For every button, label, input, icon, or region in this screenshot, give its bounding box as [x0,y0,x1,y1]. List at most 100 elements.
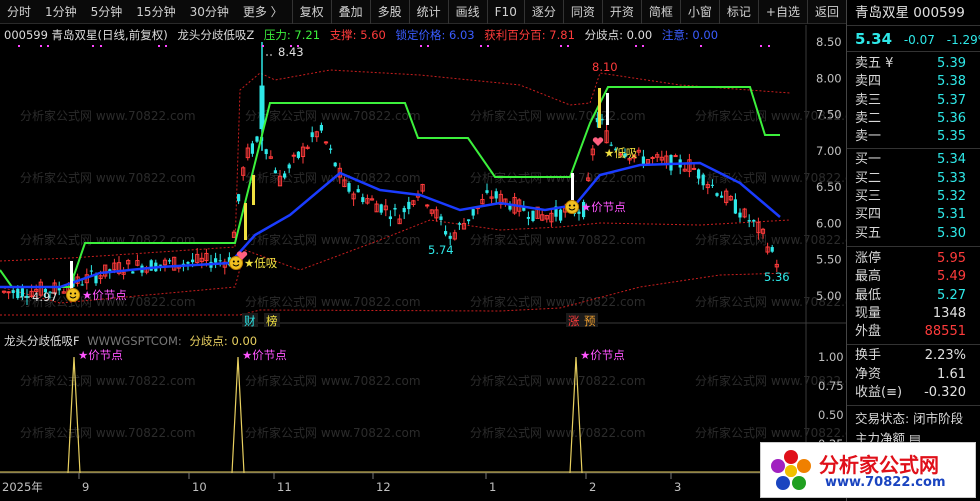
toolbar-button-11[interactable]: 标记 [718,0,758,24]
row-label: 净资 [855,366,882,382]
toolbar-button-13[interactable]: 返回 [806,0,846,24]
candle-body [526,216,530,219]
stat-row: 最低 5.27 [847,287,980,305]
candle-body [158,264,162,266]
chart-area[interactable]: 分析家公式网 www.70822.com 分析家公式网 www.70822.com… [0,25,846,501]
sub-axis-label: 0.50 [818,408,844,422]
candle-body [20,288,24,297]
row-value: 5.31 [937,207,966,223]
toolbar-button-6[interactable]: 逐分 [523,0,563,24]
toolbar-button-9[interactable]: 简框 [640,0,680,24]
row-label: 买三 [855,189,882,205]
toolbar-button-12[interactable]: +自选 [757,0,807,24]
stat2-row: 收益(≡) -0.320 [847,384,980,402]
candle-body [485,190,489,193]
quote-price-row: 5.34 -0.07 -1.29% [847,26,980,52]
marker-dot [262,45,264,47]
candle-body [531,210,535,221]
buy-row: 买四 5.31 [847,206,980,224]
row-value: 5.37 [937,92,966,108]
toolbar-button-5[interactable]: F10 [486,0,524,24]
candle-body [494,191,498,199]
candle-body [361,197,365,203]
buy-row: 买三 5.32 [847,188,980,206]
stat-row: 外盘 88551 [847,323,980,341]
marker-dot [297,45,299,47]
marker-dot [480,45,482,47]
watermark: 分析家公式网 www.70822.com [470,232,646,247]
signal-bar [606,93,609,125]
candle-body [255,136,259,142]
period-tab-3[interactable]: 15分钟 [129,0,182,24]
event-mark: 榜 [266,314,278,328]
event-mark: 预 [584,314,596,328]
sell-row: 卖一 5.35 [847,128,980,146]
diverge-value: 分歧点: 0.00 [584,28,653,42]
date-axis-label: 11 [277,480,292,494]
smiley-icon-eye [74,292,77,295]
signal-bar [252,175,255,205]
toolbar-button-10[interactable]: 小窗 [679,0,719,24]
watermark: 分析家公式网 www.70822.com [245,108,421,123]
kline-chart[interactable]: 分析家公式网 www.70822.com 分析家公式网 www.70822.com… [0,25,846,501]
candle-body [471,209,475,216]
row-label: 最低 [855,287,882,303]
hint-value: 注意: 0.00 [661,28,719,42]
toolbar-button-3[interactable]: 统计 [408,0,448,24]
row-label: 卖四 [855,74,882,90]
marker-dot [165,45,167,47]
candle-body [697,169,701,179]
toolbar-button-4[interactable]: 画线 [447,0,487,24]
period-tab-2[interactable]: 5分钟 [84,0,130,24]
row-label: 买五 [855,225,882,241]
candle-body [250,143,254,154]
date-axis-label: 2 [589,480,596,494]
toolbar-button-1[interactable]: 叠加 [330,0,370,24]
toolbar-button-7[interactable]: 同资 [562,0,602,24]
marker-dot [40,45,42,47]
marker-dot [487,45,489,47]
support-value: 支撑: 5.60 [329,28,386,42]
period-tab-0[interactable]: 分时 [0,0,38,24]
price-change-pct: -1.29% [946,33,980,47]
indicator-name[interactable]: 龙头分歧低吸Z [177,28,254,42]
smiley-icon-eye [69,292,72,295]
price-axis-label: 7.00 [816,144,842,158]
sub-title-line: 龙头分歧低吸F WWWGSPTCOM: 分歧点: 0.00 [4,333,257,349]
price-node-label: ★价节点 [581,200,626,214]
date-axis-label: 9 [82,480,89,494]
candle-body [467,219,471,222]
candle-body [273,170,277,174]
candle-body [425,204,430,207]
candle-body [770,247,774,252]
period-tab-5[interactable]: 更多 〉 [236,0,290,24]
toolbar-button-0[interactable]: 复权 [291,0,331,24]
period-tab-4[interactable]: 30分钟 [183,0,236,24]
candle-body [710,184,714,186]
candle-body [402,207,406,213]
watermark: 分析家公式网 www.70822.com [470,373,646,388]
watermark: 分析家公式网 www.70822.com [20,232,196,247]
row-label: 现量 [855,305,882,321]
watermark: 分析家公式网 www.70822.com [245,425,421,440]
toolbar-button-8[interactable]: 开资 [601,0,641,24]
buy-row: 买五 5.30 [847,225,980,243]
row-value: -0.320 [924,385,966,401]
marker-dot [420,45,422,47]
period-tab-1[interactable]: 1分钟 [38,0,84,24]
stat-row: 涨停 5.95 [847,250,980,268]
marker-dot [47,45,49,47]
date-axis-label: 3 [674,480,681,494]
toolbar-button-2[interactable]: 多股 [369,0,409,24]
watermark: 分析家公式网 www.70822.com [20,425,196,440]
row-label: 买二 [855,170,882,186]
candle-body [379,204,383,213]
marker-dot [290,45,292,47]
sub-indicator-name[interactable]: 龙头分歧低吸F [4,334,80,348]
marker-dot [768,45,770,47]
smiley-icon-eye [237,260,240,263]
row-label: 卖二 [855,110,882,126]
row-value: 5.30 [937,225,966,241]
candle-body [131,271,135,274]
row-label: 最高 [855,269,882,285]
